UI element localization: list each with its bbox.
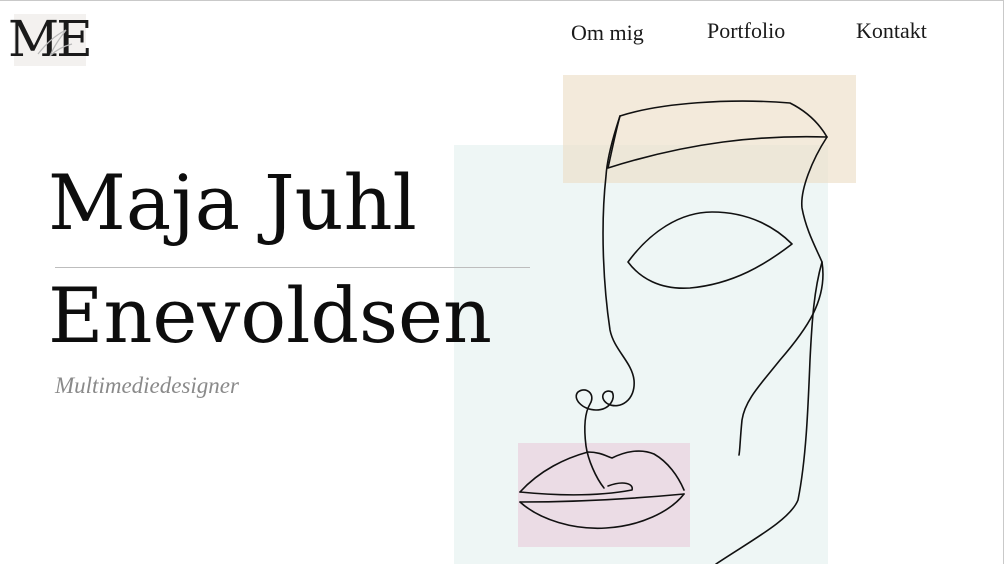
logo[interactable]: ME [8, 10, 93, 68]
title-divider [55, 267, 530, 268]
pink-color-block [518, 443, 690, 547]
hero-name-line-2: Enevoldsen [48, 271, 492, 360]
hero-subtitle: Multimediedesigner [55, 373, 239, 398]
nav-link-kontakt[interactable]: Kontakt [856, 18, 927, 44]
nav-link-portfolio[interactable]: Portfolio [707, 18, 785, 44]
hero-name-line-1: Maja Juhl [48, 158, 417, 247]
main-nav: Om mig Portfolio Kontakt [560, 18, 980, 48]
top-border [0, 0, 1004, 1]
script-flourish-icon [37, 29, 73, 57]
beige-color-block [563, 75, 856, 183]
nav-link-om-mig[interactable]: Om mig [571, 20, 644, 46]
